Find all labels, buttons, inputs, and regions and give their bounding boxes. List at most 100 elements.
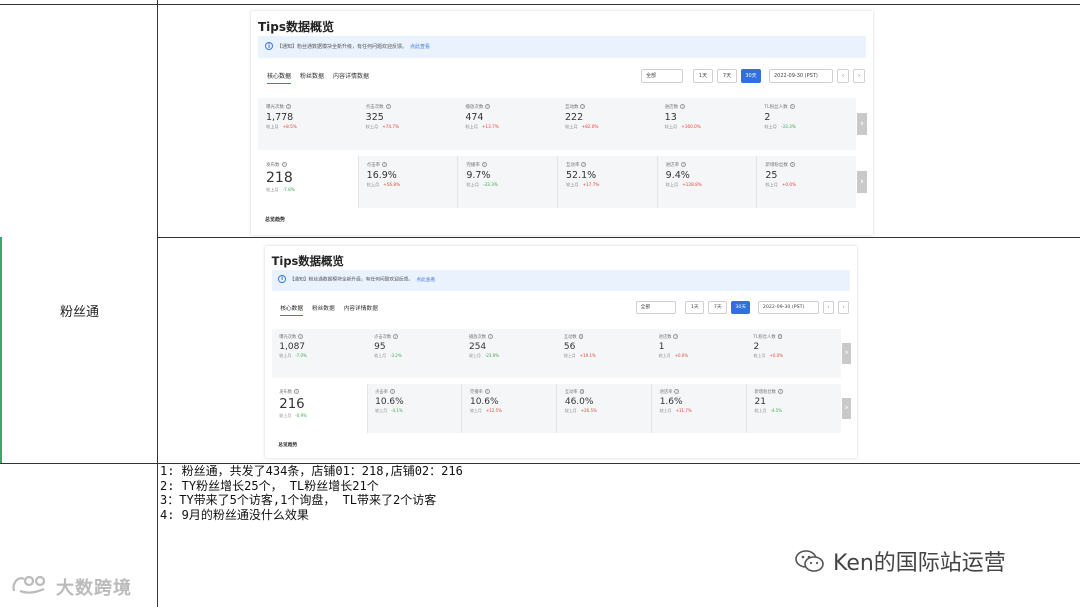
metric-label-text: 互动率	[564, 390, 578, 396]
metrics-next-arrow[interactable]: ›	[857, 113, 867, 135]
tab-core-data[interactable]: 核心数据	[267, 71, 292, 84]
metric-card[interactable]: 进店率? 9.4% 较上月 +128.8%	[656, 156, 757, 208]
metric-label-text: 互动率	[565, 163, 580, 168]
metric-card[interactable]: 点击率? 10.6% 较上月 -4.1%	[366, 383, 462, 434]
metric-card[interactable]: TL粉丝人数? 2 较上月 -33.3%	[756, 98, 856, 150]
metric-change: +0.0%	[674, 353, 689, 359]
range-button-2[interactable]: 7天	[708, 301, 728, 315]
metric-card[interactable]: 完播率? 10.6% 较上月 +12.5%	[461, 383, 556, 434]
metric-change: +82.0%	[581, 124, 599, 129]
metric-value: 25	[765, 170, 778, 181]
metric-card[interactable]: 点击次数? 95 较上月 -3.2%	[367, 329, 462, 378]
date-picker[interactable]: 2022-09-30 (PST)	[769, 69, 833, 83]
note-line: 2: TY粉丝增长25个， TL粉丝增长21个	[160, 478, 379, 493]
prev-arrow-button[interactable]: ‹	[822, 301, 835, 315]
metric-label: 完播率?	[466, 162, 549, 168]
metric-card[interactable]: 新增粉丝数? 21 较上月 -4.5%	[745, 383, 841, 434]
scope-select[interactable]: 全部	[641, 69, 683, 83]
metric-label: TL粉丝人数?	[764, 104, 848, 110]
notice-text: 【通知】粉丝通数据模块全新升级，有任何问题欢迎反馈。	[277, 43, 408, 50]
metric-label-text: 点击次数	[365, 105, 384, 110]
metric-card[interactable]: 完播率? 9.7% 较上月 -33.3%	[457, 156, 557, 208]
help-icon: ?	[382, 162, 388, 167]
tab-fan-data[interactable]: 粉丝数据	[300, 71, 324, 84]
table-line-top	[0, 4, 1080, 5]
metrics-row-2: 发布数? 218 较上月 -7.8% 点击率? 16.9% 较上月 +56.8% 完播率? 9.7…	[258, 156, 856, 208]
notice-link[interactable]: 点此查看	[416, 278, 435, 283]
tab-content-detail[interactable]: 内容详情数据	[344, 303, 378, 316]
metric-label: 进店率?	[666, 162, 749, 168]
metric-value: 56	[563, 342, 576, 353]
metric-card[interactable]: 曝光次数? 1,778 较上月 +8.5%	[258, 98, 358, 150]
metrics-next-arrow[interactable]: ›	[857, 171, 867, 193]
help-icon: ?	[580, 104, 586, 109]
metric-card[interactable]: 发布数? 218 较上月 -7.8%	[258, 156, 358, 208]
trend-section-title: 总览趋势	[278, 442, 298, 448]
tips-overview-panel-1: Tips数据概览 i 【通知】粉丝通数据模块全新升级，有任何问题欢迎反馈。 点此查看核…	[251, 11, 873, 235]
compare-label: 较上月	[365, 124, 379, 129]
metric-card[interactable]: 播放次数? 474 较上月 +13.7%	[457, 98, 557, 150]
metric-label-text: 新增粉丝数	[765, 163, 788, 168]
date-picker[interactable]: 2022-09-30 (PST)	[757, 301, 819, 315]
next-arrow-button[interactable]: ›	[838, 301, 850, 315]
range-button-3[interactable]: 30天	[741, 69, 761, 83]
metric-compare: 较上月 +74.7%	[366, 124, 450, 130]
metric-label: 新增粉丝数?	[765, 162, 848, 168]
metric-card[interactable]: 发布数? 216 较上月 -0.9%	[271, 383, 367, 434]
tab-content-detail[interactable]: 内容详情数据	[333, 71, 369, 84]
tab-fan-data[interactable]: 粉丝数据	[312, 303, 335, 316]
metric-card[interactable]: 点击次数? 325 较上月 +74.7%	[358, 98, 458, 150]
compare-label: 较上月	[563, 353, 576, 359]
metrics-next-arrow[interactable]: ›	[841, 342, 852, 364]
metric-value: 1,087	[279, 342, 306, 353]
help-icon: ?	[777, 334, 783, 340]
metric-compare: 较上月 +19.1%	[564, 353, 644, 359]
metrics-next-arrow[interactable]: ›	[841, 398, 852, 419]
help-icon: ?	[581, 162, 587, 167]
metric-change: -4.1%	[391, 408, 403, 414]
notice-link[interactable]: 点此查看	[410, 44, 430, 50]
metric-card[interactable]: 点击率? 16.9% 较上月 +56.8%	[357, 156, 458, 208]
metric-compare: 较上月 -0.9%	[279, 413, 359, 419]
metric-card[interactable]: 进店率? 1.6% 较上月 +31.7%	[651, 383, 746, 434]
metric-card[interactable]: 播放次数? 254 较上月 -23.9%	[461, 329, 556, 378]
range-button-1[interactable]: 1天	[685, 301, 705, 315]
filter-controls: 全部 1天 7天 30天 2022-09-30 (PST) ‹ ›	[632, 301, 850, 315]
metric-card[interactable]: 进店数? 1 较上月 +0.0%	[651, 329, 746, 378]
metric-card[interactable]: 进店数? 13 较上月 +160.0%	[657, 98, 757, 150]
metric-card[interactable]: 曝光次数? 1,087 较上月 -7.0%	[272, 329, 367, 378]
trend-section-title: 总览趋势	[265, 217, 286, 223]
metric-card[interactable]: 互动数? 56 较上月 +19.1%	[556, 329, 651, 378]
range-button-2[interactable]: 7天	[717, 69, 737, 83]
metric-compare: 较上月 -7.0%	[279, 353, 359, 359]
metric-card[interactable]: 互动率? 46.0% 较上月 +26.5%	[556, 383, 651, 434]
metric-change: -33.3%	[482, 182, 498, 187]
help-icon: ?	[484, 389, 490, 395]
logo-watermark-text: 大数跨境	[56, 577, 132, 599]
help-icon: ?	[294, 389, 299, 395]
metric-label: 互动数?	[565, 104, 649, 110]
help-icon: ?	[674, 389, 680, 395]
help-icon: ?	[579, 389, 585, 395]
range-button-1[interactable]: 1天	[693, 69, 713, 83]
metric-compare: 较上月 -23.9%	[469, 353, 549, 359]
tab-core-data[interactable]: 核心数据	[280, 303, 303, 316]
range-button-3[interactable]: 30天	[731, 301, 751, 315]
notes-block: 1: 粉丝通，共发了434条，店铺01：218,店铺02：216 2: TY粉丝…	[160, 464, 463, 522]
notice-banner: i 【通知】粉丝通数据模块全新升级，有任何问题欢迎反馈。 点此查看	[258, 36, 866, 58]
metric-card[interactable]: TL粉丝人数? 2 较上月 +0.0%	[746, 329, 841, 378]
metric-card[interactable]: 互动率? 52.1% 较上月 +17.7%	[556, 156, 657, 208]
compare-label: 较上月	[279, 413, 292, 419]
metric-card[interactable]: 互动数? 222 较上月 +82.0%	[557, 98, 657, 150]
metric-change: -3.2%	[390, 353, 402, 359]
metric-label: 进店数?	[665, 104, 749, 110]
compare-label: 较上月	[374, 353, 387, 359]
help-icon: ?	[488, 334, 493, 340]
metric-label-text: 发布数	[279, 390, 293, 396]
metric-card[interactable]: 新增粉丝数? 25 较上月 +0.0%	[756, 156, 856, 208]
compare-label: 较上月	[266, 124, 279, 129]
wechat-watermark: Ken的国际站运营	[795, 545, 1006, 577]
next-arrow-button[interactable]: ›	[853, 69, 865, 83]
prev-arrow-button[interactable]: ‹	[837, 69, 849, 83]
scope-select[interactable]: 全部	[635, 301, 676, 315]
